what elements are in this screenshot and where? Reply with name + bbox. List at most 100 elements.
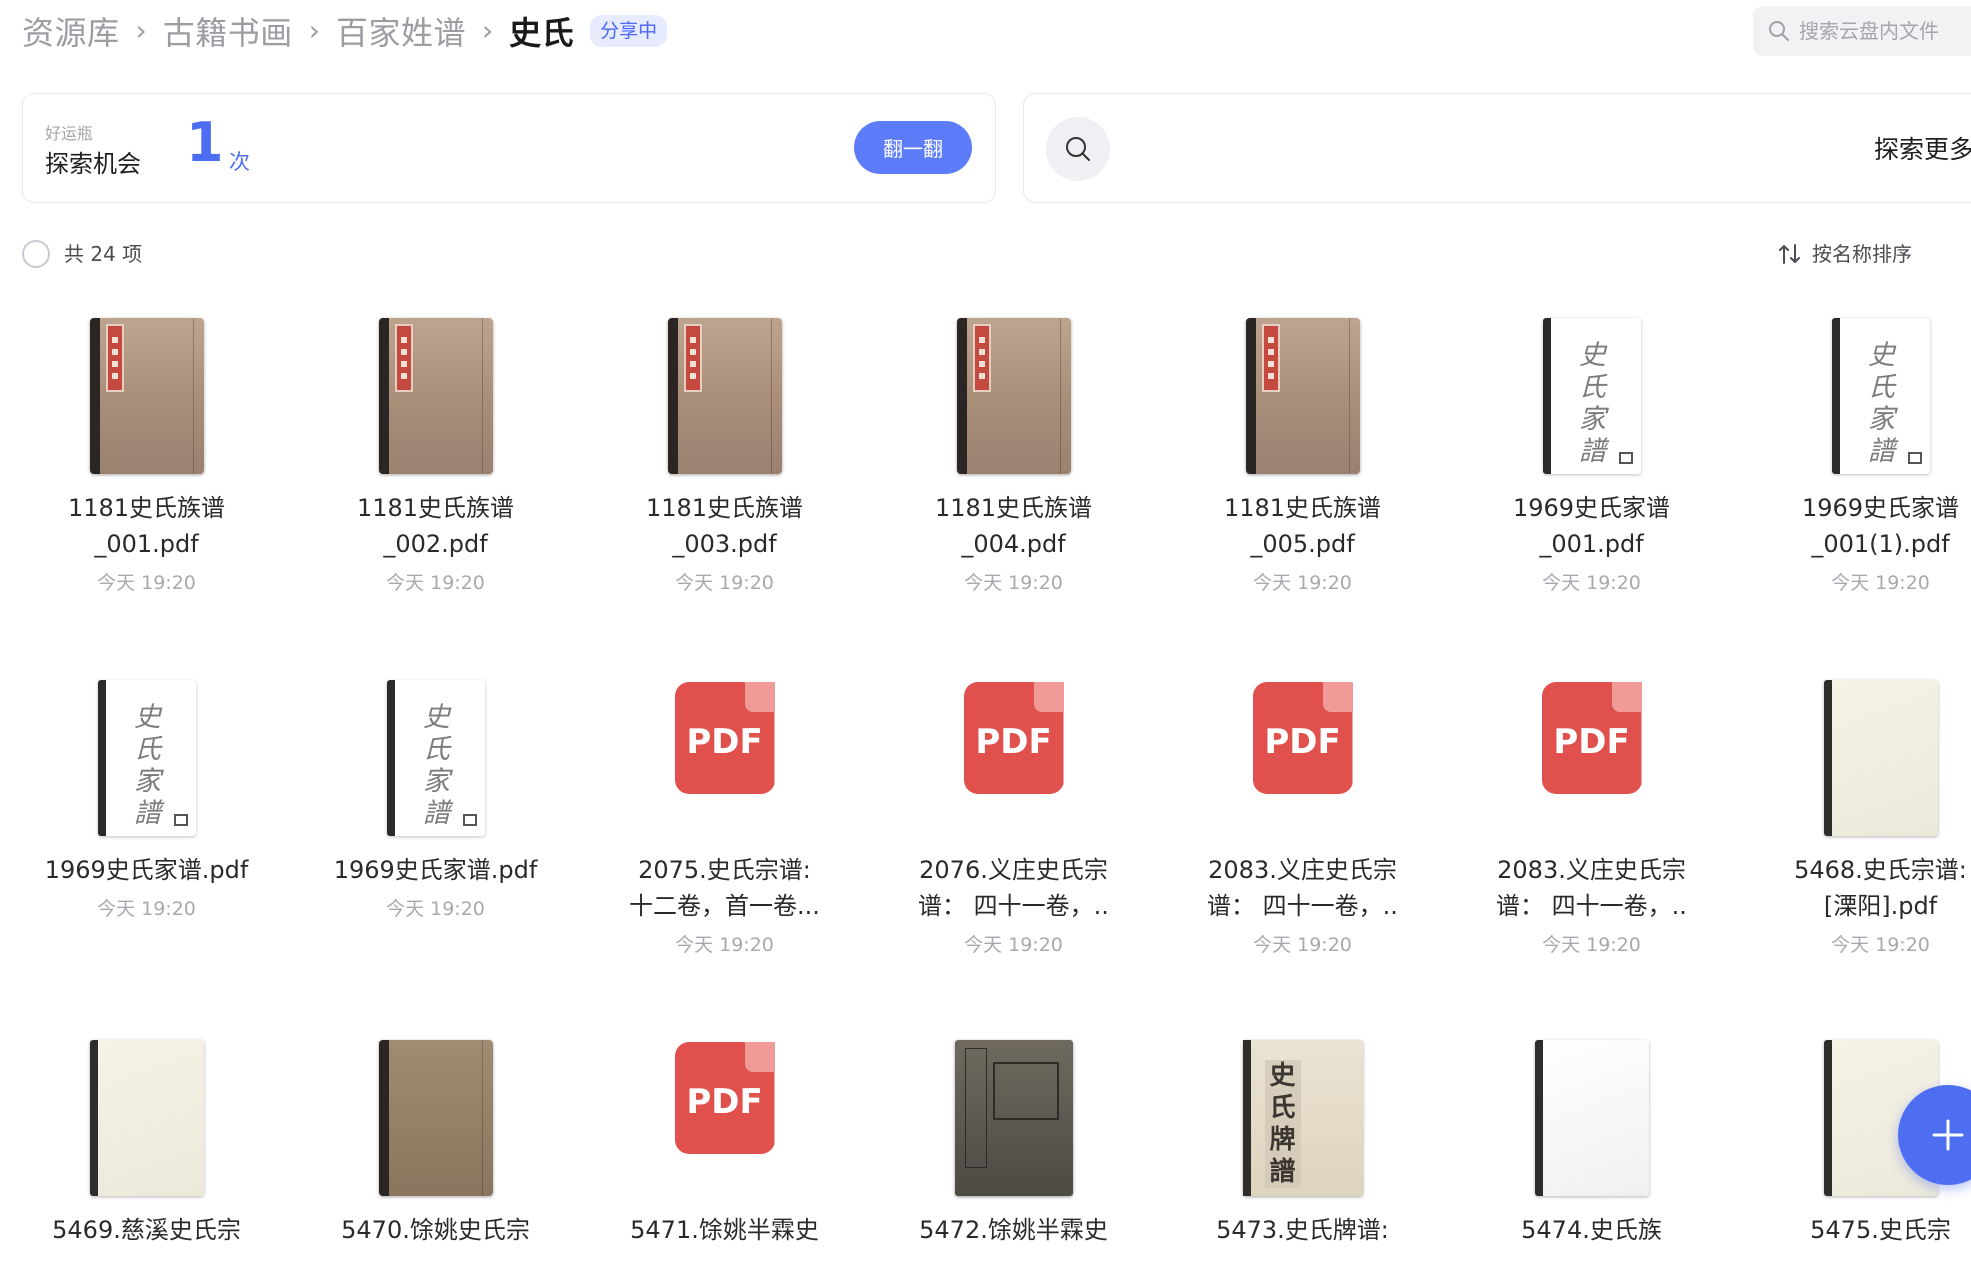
file-thumbnail bbox=[291, 1028, 580, 1198]
breadcrumb-item-ancient-books[interactable]: 古籍书画 bbox=[163, 8, 293, 54]
file-tile[interactable]: 史氏家譜 1969史氏家谱.pdf 今天 19:20 bbox=[2, 668, 291, 921]
file-tile[interactable]: 5468.史氏宗谱: [溧阳].pdf 今天 19:20 bbox=[1736, 668, 1971, 957]
explore-card[interactable]: 探索更多 bbox=[1023, 93, 1971, 203]
file-modified-time: 今天 19:20 bbox=[1542, 572, 1641, 594]
search-icon bbox=[1769, 21, 1789, 41]
item-count: 共 24 项 bbox=[64, 242, 143, 266]
header: 资源库 › 古籍书画 › 百家姓谱 › 史氏 分享中 bbox=[0, 0, 1971, 70]
file-name[interactable]: 2083.义庄史氏宗 谱： 四十一卷，.. bbox=[1447, 852, 1736, 924]
search-input[interactable] bbox=[1799, 19, 1971, 43]
book-cover-image bbox=[954, 1040, 1073, 1196]
pdf-icon: PDF bbox=[674, 682, 775, 794]
explore-icon-wrap bbox=[1046, 117, 1110, 181]
breadcrumb-separator: › bbox=[308, 14, 320, 47]
file-modified-time: 今天 19:20 bbox=[1831, 572, 1930, 594]
file-tile[interactable]: 1181史氏族谱 _004.pdf 今天 19:20 bbox=[869, 306, 1158, 595]
file-modified-time: 今天 19:20 bbox=[1831, 934, 1930, 956]
file-modified-time: 今天 19:20 bbox=[1542, 934, 1641, 956]
pdf-icon: PDF bbox=[1252, 682, 1353, 794]
file-name[interactable]: 5471.馀姚半霖史 bbox=[580, 1212, 869, 1248]
file-tile[interactable]: 史氏牌譜 5473.史氏牌谱: bbox=[1158, 1028, 1447, 1254]
file-name[interactable]: 5468.史氏宗谱: [溧阳].pdf bbox=[1736, 852, 1971, 924]
file-modified-time: 今天 19:20 bbox=[675, 934, 774, 956]
file-name[interactable]: 2075.史氏宗谱: 十二卷，首一卷... bbox=[580, 852, 869, 924]
explore-more-text[interactable]: 探索更多 bbox=[1874, 130, 1971, 166]
book-cover-image bbox=[956, 318, 1071, 474]
file-thumbnail bbox=[2, 1028, 291, 1198]
file-name[interactable]: 1181史氏族谱 _001.pdf bbox=[2, 490, 291, 562]
file-name[interactable]: 5472.馀姚半霖史 bbox=[869, 1212, 1158, 1248]
file-name[interactable]: 5469.慈溪史氏宗 bbox=[2, 1212, 291, 1248]
file-name[interactable]: 1181史氏族谱 _005.pdf bbox=[1158, 490, 1447, 562]
file-name[interactable]: 1969史氏家谱.pdf bbox=[2, 852, 291, 888]
file-tile[interactable]: 1181史氏族谱 _001.pdf 今天 19:20 bbox=[2, 306, 291, 595]
file-tile[interactable]: 5469.慈溪史氏宗 bbox=[2, 1028, 291, 1254]
file-tile[interactable]: 5470.馀姚史氏宗 bbox=[291, 1028, 580, 1254]
sharing-badge[interactable]: 分享中 bbox=[590, 15, 668, 47]
file-thumbnail bbox=[2, 306, 291, 476]
file-tile[interactable]: PDF 5471.馀姚半霖史 bbox=[580, 1028, 869, 1254]
file-modified-time: 今天 19:20 bbox=[97, 572, 196, 594]
book-cover-image bbox=[1534, 1040, 1649, 1196]
pdf-label: PDF bbox=[686, 1082, 763, 1122]
file-name[interactable]: 1181史氏族谱 _003.pdf bbox=[580, 490, 869, 562]
sort-label: 按名称排序 bbox=[1812, 242, 1912, 266]
cover-calligraphy: 史氏家譜 bbox=[423, 702, 450, 829]
file-thumbnail bbox=[580, 306, 869, 476]
breadcrumb-separator: › bbox=[481, 14, 494, 47]
file-name[interactable]: 1181史氏族谱 _004.pdf bbox=[869, 490, 1158, 562]
pdf-label: PDF bbox=[975, 722, 1052, 762]
file-thumbnail bbox=[1158, 306, 1447, 476]
book-cover-image bbox=[89, 318, 204, 474]
file-tile[interactable]: 1181史氏族谱 _002.pdf 今天 19:20 bbox=[291, 306, 580, 595]
file-name[interactable]: 5473.史氏牌谱: bbox=[1158, 1212, 1447, 1248]
flip-button[interactable]: 翻一翻 bbox=[854, 121, 972, 174]
file-modified-time: 今天 19:20 bbox=[386, 898, 485, 920]
file-tile[interactable]: 1181史氏族谱 _005.pdf 今天 19:20 bbox=[1158, 306, 1447, 595]
file-thumbnail bbox=[869, 306, 1158, 476]
file-tile[interactable]: PDF 2083.义庄史氏宗 谱： 四十一卷，.. 今天 19:20 bbox=[1158, 668, 1447, 957]
sort-arrows-icon bbox=[1779, 244, 1800, 264]
file-name[interactable]: 5475.史氏宗 bbox=[1736, 1212, 1971, 1248]
file-tile[interactable]: 史氏家譜 1969史氏家谱.pdf 今天 19:20 bbox=[291, 668, 580, 921]
file-tile[interactable]: 1181史氏族谱 _003.pdf 今天 19:20 bbox=[580, 306, 869, 595]
manuscript-cover-image: 史氏家譜 bbox=[386, 680, 485, 836]
file-name[interactable]: 2083.义庄史氏宗 谱： 四十一卷，.. bbox=[1158, 852, 1447, 924]
pdf-icon: PDF bbox=[674, 1042, 775, 1154]
file-tile[interactable]: 史氏家譜 1969史氏家谱 _001.pdf 今天 19:20 bbox=[1447, 306, 1736, 595]
file-name[interactable]: 1969史氏家谱 _001(1).pdf bbox=[1736, 490, 1971, 562]
file-modified-time: 今天 19:20 bbox=[964, 572, 1063, 594]
file-thumbnail: 史氏家譜 bbox=[1447, 306, 1736, 476]
file-name[interactable]: 2076.义庄史氏宗 谱： 四十一卷，.. bbox=[869, 852, 1158, 924]
book-cover-image bbox=[378, 318, 493, 474]
file-tile[interactable]: 史氏家譜 1969史氏家谱 _001(1).pdf 今天 19:20 bbox=[1736, 306, 1971, 595]
file-name[interactable]: 1969史氏家谱 _001.pdf bbox=[1447, 490, 1736, 562]
file-modified-time: 今天 19:20 bbox=[1253, 572, 1352, 594]
file-tile[interactable]: PDF 2083.义庄史氏宗 谱： 四十一卷，.. 今天 19:20 bbox=[1447, 668, 1736, 957]
breadcrumb-item-resources[interactable]: 资源库 bbox=[22, 8, 120, 54]
file-name[interactable]: 5470.馀姚史氏宗 bbox=[291, 1212, 580, 1248]
file-thumbnail bbox=[291, 306, 580, 476]
file-tile[interactable]: 5472.馀姚半霖史 bbox=[869, 1028, 1158, 1254]
pdf-label: PDF bbox=[1264, 722, 1341, 762]
sort-button[interactable]: 按名称排序 bbox=[1778, 240, 1912, 268]
book-cover-image bbox=[1245, 318, 1360, 474]
file-tile[interactable]: PDF 2076.义庄史氏宗 谱： 四十一卷，.. 今天 19:20 bbox=[869, 668, 1158, 957]
file-name[interactable]: 1969史氏家谱.pdf bbox=[291, 852, 580, 888]
file-thumbnail: PDF bbox=[580, 1028, 869, 1198]
search-icon bbox=[1066, 137, 1090, 161]
explore-chance-title: 探索机会 bbox=[45, 150, 141, 178]
manuscript-cover-image: 史氏家譜 bbox=[1542, 318, 1641, 474]
book-cover-image: 史氏牌譜 bbox=[1242, 1040, 1363, 1196]
select-all-checkbox[interactable] bbox=[22, 240, 50, 268]
file-name[interactable]: 5474.史氏族 bbox=[1447, 1212, 1736, 1248]
file-modified-time: 今天 19:20 bbox=[1253, 934, 1352, 956]
plus-icon bbox=[1932, 1119, 1964, 1151]
file-name[interactable]: 1181史氏族谱 _002.pdf bbox=[291, 490, 580, 562]
file-tile[interactable]: 5474.史氏族 bbox=[1447, 1028, 1736, 1254]
file-tile[interactable]: PDF 2075.史氏宗谱: 十二卷，首一卷... 今天 19:20 bbox=[580, 668, 869, 957]
pdf-label: PDF bbox=[1553, 722, 1630, 762]
file-modified-time: 今天 19:20 bbox=[386, 572, 485, 594]
search-box[interactable] bbox=[1753, 6, 1971, 56]
breadcrumb-item-surnames[interactable]: 百家姓谱 bbox=[336, 8, 466, 54]
